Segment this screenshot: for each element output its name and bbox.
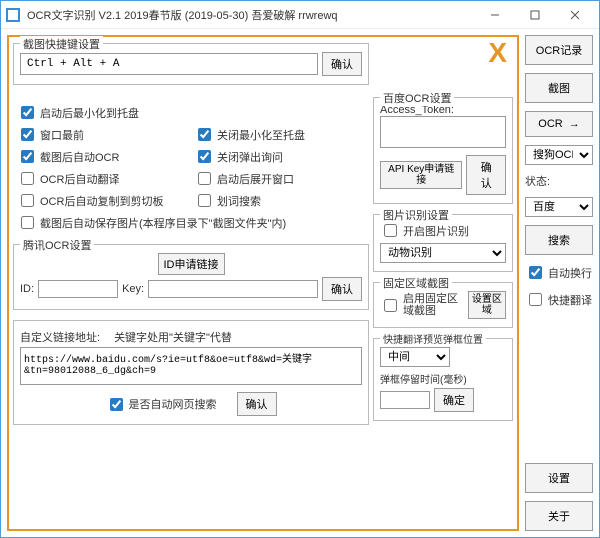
- maximize-button[interactable]: [515, 1, 555, 29]
- opt-auto-ocr[interactable]: 截图后自动OCR: [17, 147, 188, 166]
- fixed-region-title: 固定区域截图: [380, 275, 452, 291]
- hotkey-input[interactable]: [20, 53, 318, 75]
- tencent-group: 腾讯OCR设置 ID申请链接 ID: Key: 确认: [13, 244, 369, 310]
- opt-close-min[interactable]: 关闭最小化至托盘: [194, 125, 365, 144]
- baidu-token-input[interactable]: [380, 116, 506, 148]
- status-label: 状态:: [525, 173, 593, 189]
- custom-link-hint: 关键字处用"关键字"代替: [114, 329, 232, 345]
- arrow-right-icon: →: [569, 118, 580, 130]
- preview-group-title: 快捷翻译预览弹框位置: [380, 331, 486, 346]
- baidu-confirm-button[interactable]: 确认: [466, 155, 506, 195]
- opt-close-ask[interactable]: 关闭弹出询问: [194, 147, 365, 166]
- search-engine-select[interactable]: 百度: [525, 197, 593, 217]
- ocr-button[interactable]: OCR →: [525, 111, 593, 137]
- panel-close-x[interactable]: X: [488, 39, 507, 67]
- search-button[interactable]: 搜索: [525, 225, 593, 255]
- opt-expand-start[interactable]: 启动后展开窗口: [194, 169, 365, 188]
- imgrec-type-select[interactable]: 动物识别: [380, 243, 506, 263]
- imgrec-group-title: 图片识别设置: [380, 207, 452, 223]
- about-button[interactable]: 关于: [525, 501, 593, 531]
- options-group: 启动后最小化到托盘 窗口最前 关闭最小化至托盘 截图后自动OCR 关闭弹出询问 …: [13, 95, 369, 234]
- baidu-group: 百度OCR设置 Access_Token: API Key申请链接 确认: [373, 97, 513, 204]
- fixed-enable[interactable]: 启用固定区域截图: [380, 293, 464, 317]
- window-title: OCR文字识别 V2.1 2019春节版 (2019-05-30) 吾爱破解 r…: [27, 7, 475, 23]
- app-icon: [5, 7, 21, 23]
- opt-topmost[interactable]: 窗口最前: [17, 125, 188, 144]
- imgrec-enable[interactable]: 开启图片识别: [380, 221, 506, 240]
- preview-pos-select[interactable]: 中间: [380, 347, 450, 367]
- custom-link-label: 自定义链接地址:: [20, 329, 100, 345]
- hotkey-group: 截图快捷键设置 确认: [13, 43, 369, 85]
- opt-word-search[interactable]: 划词搜索: [194, 191, 365, 210]
- ocr-engine-select[interactable]: 搜狗OCR: [525, 145, 593, 165]
- fixed-region-group: 固定区域截图 启用固定区域截图 设置区域: [373, 282, 513, 328]
- opt-auto-translate[interactable]: OCR后自动翻译: [17, 169, 188, 188]
- settings-panel: X 截图快捷键设置 确认 启动后最小化到托盘: [7, 35, 519, 531]
- quick-translate-checkbox[interactable]: 快捷翻译: [525, 290, 593, 309]
- hotkey-confirm-button[interactable]: 确认: [322, 52, 362, 76]
- custom-confirm-button[interactable]: 确认: [237, 392, 277, 416]
- close-button[interactable]: [555, 1, 595, 29]
- baidu-apikey-button[interactable]: API Key申请链接: [380, 161, 462, 189]
- tencent-group-title: 腾讯OCR设置: [20, 237, 94, 253]
- custom-auto-search[interactable]: 是否自动网页搜索: [106, 395, 217, 414]
- tencent-id-input[interactable]: [38, 280, 118, 298]
- opt-min-tray[interactable]: 启动后最小化到托盘: [17, 103, 188, 122]
- ocr-log-button[interactable]: OCR记录: [525, 35, 593, 65]
- baidu-group-title: 百度OCR设置: [380, 90, 454, 106]
- preview-delay-label: 弹框停留时间(毫秒): [380, 371, 506, 386]
- tencent-id-apply-button[interactable]: ID申请链接: [158, 253, 225, 275]
- tencent-key-label: Key:: [122, 283, 144, 295]
- opt-auto-copy[interactable]: OCR后自动复制到剪切板: [17, 191, 188, 210]
- fixed-set-region-button[interactable]: 设置区域: [468, 291, 506, 319]
- tencent-confirm-button[interactable]: 确认: [322, 277, 362, 301]
- tencent-id-label: ID:: [20, 283, 34, 295]
- auto-wrap-checkbox[interactable]: 自动换行: [525, 263, 593, 282]
- settings-button[interactable]: 设置: [525, 463, 593, 493]
- preview-confirm-button[interactable]: 确定: [434, 388, 474, 412]
- hotkey-group-title: 截图快捷键设置: [20, 36, 103, 52]
- app-window: OCR文字识别 V2.1 2019春节版 (2019-05-30) 吾爱破解 r…: [0, 0, 600, 538]
- minimize-button[interactable]: [475, 1, 515, 29]
- sidebar: OCR记录 截图 OCR → 搜狗OCR 状态: 百度 搜索 自动换行 快捷翻译…: [523, 29, 599, 537]
- tencent-key-input[interactable]: [148, 280, 318, 298]
- custom-link-textarea[interactable]: https://www.baidu.com/s?ie=utf8&oe=utf8&…: [20, 347, 362, 385]
- opt-auto-save[interactable]: 截图后自动保存图片(本程序目录下"截图文件夹"内): [17, 213, 365, 232]
- custom-link-group: 自定义链接地址: 关键字处用"关键字"代替 https://www.baidu.…: [13, 320, 369, 425]
- preview-group: 快捷翻译预览弹框位置 中间 弹框停留时间(毫秒) 确定: [373, 338, 513, 421]
- titlebar: OCR文字识别 V2.1 2019春节版 (2019-05-30) 吾爱破解 r…: [1, 1, 599, 29]
- screenshot-button[interactable]: 截图: [525, 73, 593, 103]
- preview-delay-input[interactable]: [380, 391, 430, 409]
- imgrec-group: 图片识别设置 开启图片识别 动物识别: [373, 214, 513, 272]
